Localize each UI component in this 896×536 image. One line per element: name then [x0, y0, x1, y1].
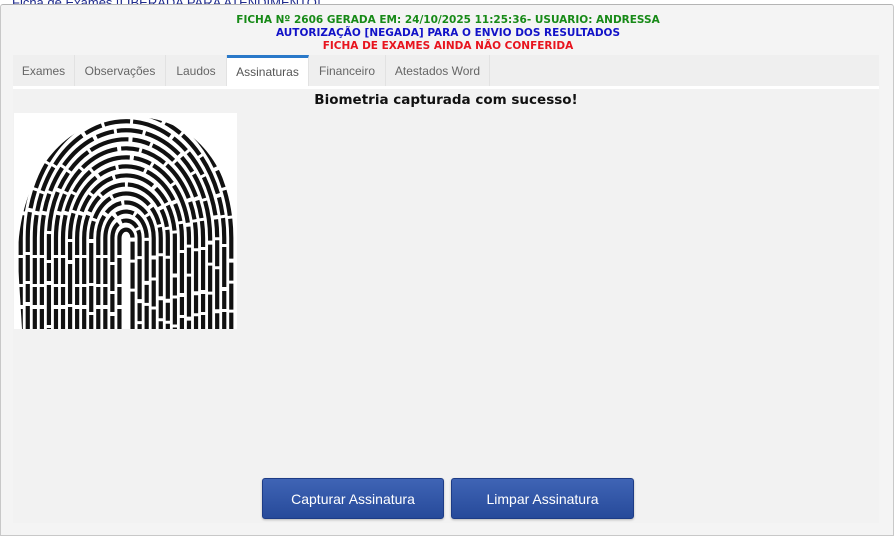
biometry-success-message: Biometria capturada com sucesso! [314, 92, 578, 108]
tab-exames[interactable]: Exames [13, 55, 75, 86]
tab-laudos[interactable]: Laudos [166, 55, 227, 86]
authorization-status-line: AUTORIZAÇÃO [NEGADA] PARA O ENVIO DOS RE… [275, 27, 621, 39]
verification-status-line: FICHA DE EXAMES AINDA NÃO CONFERIDA [322, 40, 574, 52]
form-info-line: FICHA Nº 2606 GERADA EM: 24/10/2025 11:2… [236, 14, 660, 26]
form-header: FICHA Nº 2606 GERADA EM: 24/10/2025 11:2… [0, 14, 896, 53]
tab-label: Observações [84, 64, 156, 78]
tab-bar: Exames Observações Laudos Assinaturas Fi… [13, 55, 879, 89]
fingerprint-image [14, 113, 237, 329]
signatures-tab-content: Biometria capturada com sucesso! [13, 89, 879, 523]
tab-label: Exames [21, 64, 66, 78]
tab-atestados-word[interactable]: Atestados Word [386, 55, 490, 86]
fingerprint-icon [14, 113, 237, 329]
tab-financeiro[interactable]: Financeiro [309, 55, 386, 86]
tab-assinaturas[interactable]: Assinaturas [227, 55, 309, 86]
tab-label: Laudos [176, 64, 216, 78]
clear-signature-button[interactable]: Limpar Assinatura [451, 478, 634, 519]
tab-label: Financeiro [318, 64, 376, 78]
tab-label: Assinaturas [236, 65, 299, 79]
tab-observacoes[interactable]: Observações [75, 55, 166, 86]
capture-signature-button[interactable]: Capturar Assinatura [262, 478, 444, 519]
tab-label: Atestados Word [394, 64, 481, 78]
